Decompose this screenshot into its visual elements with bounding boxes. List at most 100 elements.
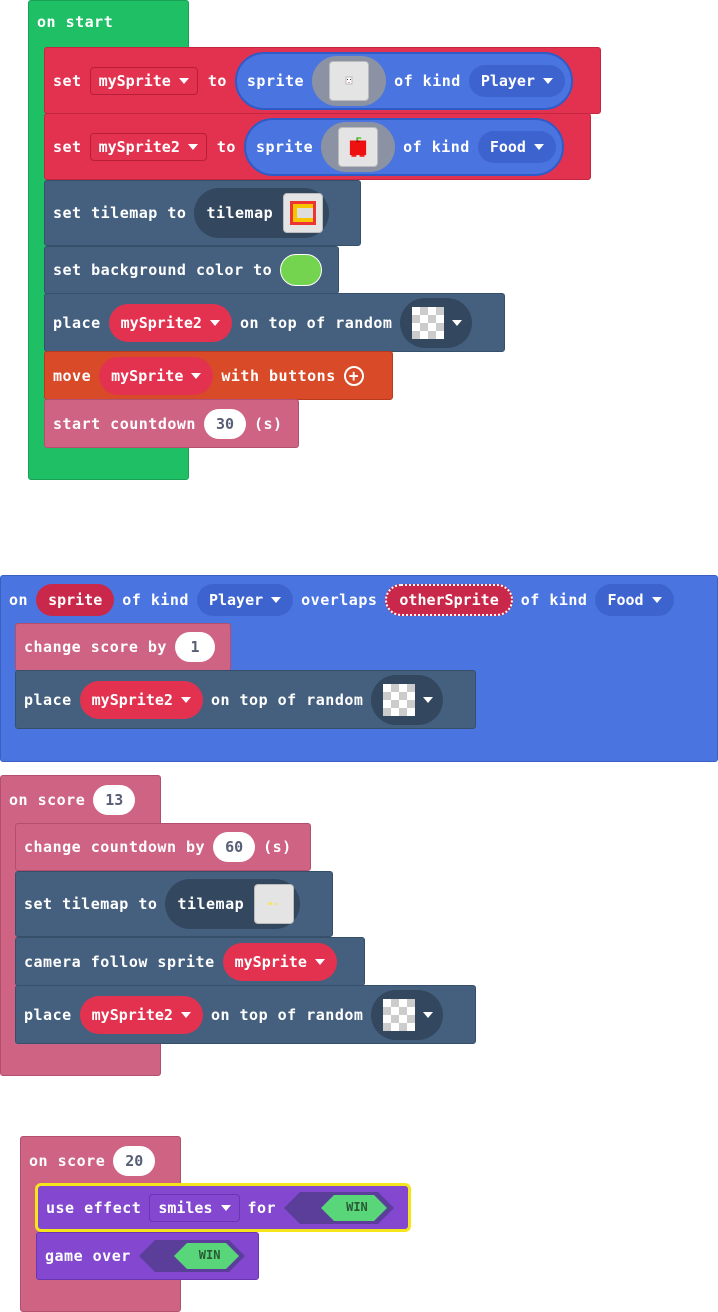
tile-image [412,306,445,339]
chevron-down-icon [314,958,325,965]
place-label: place [53,313,101,332]
tile-dropdown[interactable] [400,297,473,348]
chevron-down-icon [543,77,553,84]
use-effect-block[interactable]: use effect smiles for WIN [35,1183,411,1232]
chevron-down-icon [533,143,544,150]
for-label: for [247,1198,277,1217]
score-input[interactable]: 1 [174,632,215,662]
variable-dropdown[interactable]: mySprite [89,66,198,95]
countdown-input[interactable]: 30 [203,408,246,439]
variable-name: mySprite [98,71,171,90]
place-sprite-block[interactable]: place mySprite2 on top of random [15,985,476,1044]
kind-dropdown[interactable]: Player [196,584,294,616]
score-target-input[interactable]: 20 [113,1146,156,1176]
other-sprite-name: otherSprite [399,591,499,609]
on-label: on [9,591,29,609]
set-tilemap-block[interactable]: set tilemap to tilemap [44,180,361,246]
tilemap-reporter[interactable]: tilemap [165,879,301,929]
variable-dropdown[interactable]: mySprite2 [79,995,203,1034]
on-top-label: on top of random [210,1005,364,1024]
tilemap-label: tilemap [177,895,245,913]
set-mysprite-block[interactable]: set mySprite to sprite of kind Player [44,47,601,114]
set-tilemap-block[interactable]: set tilemap to tilemap [15,871,333,937]
overlaps-label: overlaps [301,591,378,609]
kind-dropdown[interactable]: Food [477,130,556,163]
color-swatch[interactable] [280,254,323,286]
on-score-label: on score [29,1152,106,1170]
use-effect-label: use effect [46,1198,142,1217]
chevron-down-icon [191,372,202,379]
sprite-reporter[interactable]: sprite of kind Food [243,117,564,176]
chevron-down-icon [423,696,434,703]
game-over-block[interactable]: game over WIN [36,1232,259,1280]
sprite-label: sprite [255,137,314,156]
tilemap-image[interactable] [254,884,295,924]
kind-dropdown[interactable]: Player [468,64,565,97]
variable-dropdown[interactable]: mySprite2 [89,132,207,161]
variable-name: mySprite2 [120,313,202,332]
on-top-label: on top of random [210,690,364,709]
variable-dropdown[interactable]: mySprite2 [79,680,203,719]
variable-dropdown[interactable]: mySprite [99,356,214,395]
sprite-variable[interactable]: sprite [36,584,115,616]
set-mysprite2-block[interactable]: set mySprite2 to sprite of kind Food [44,113,591,180]
win-hex-shape [284,1191,395,1224]
sprite-label: sprite [246,71,305,90]
tile-dropdown[interactable] [371,989,444,1040]
win-hex-shape [138,1240,245,1272]
chevron-down-icon [187,143,198,150]
seconds-unit: (s) [253,414,283,433]
set-label: set [53,137,82,156]
on-score-label: on score [9,791,86,809]
change-score-block[interactable]: change score by 1 [15,623,231,671]
place-label: place [24,690,72,709]
change-countdown-block[interactable]: change countdown by 60 (s) [15,823,311,871]
kind-name: Player [208,591,264,609]
score-target-input[interactable]: 13 [93,785,136,815]
tile-dropdown[interactable] [371,674,444,725]
move-with-buttons-block[interactable]: move mySprite with buttons + [44,351,393,400]
tile-image [383,998,416,1031]
chevron-down-icon [271,597,282,603]
kind-name: Food [607,591,644,609]
camera-follow-block[interactable]: camera follow sprite mySprite [15,937,365,986]
place-sprite-block[interactable]: place mySprite2 on top of random [15,670,476,729]
game-over-label: game over [45,1247,131,1265]
seconds-unit: (s) [263,838,292,856]
of-kind-label: of kind [394,71,461,90]
place-sprite-block[interactable]: place mySprite2 on top of random [44,293,505,352]
kind-name: Food [489,137,526,156]
effect-dropdown[interactable]: smiles [149,1193,240,1222]
variable-name: mySprite [111,366,184,385]
camera-follow-label: camera follow sprite [24,952,215,971]
start-countdown-label: start countdown [53,414,196,433]
kind-dropdown[interactable]: Food [595,584,674,616]
start-countdown-block[interactable]: start countdown 30 (s) [44,399,299,448]
sprite-reporter[interactable]: sprite of kind Player [234,51,573,110]
variable-name: mySprite [234,952,307,971]
tilemap-label: tilemap [206,204,274,222]
other-sprite-variable[interactable]: otherSprite [385,584,513,616]
win-reporter[interactable]: WIN [138,1240,245,1272]
tilemap-image[interactable] [283,193,324,233]
win-label: WIN [346,1199,368,1214]
with-buttons-label: with buttons [221,366,336,385]
image-field[interactable] [312,55,387,106]
win-reporter[interactable]: WIN [284,1191,395,1224]
chevron-down-icon [220,1204,231,1211]
chevron-down-icon [423,1011,434,1018]
image-field[interactable] [321,121,396,172]
kind-name: Player [480,71,535,90]
set-background-color-block[interactable]: set background color to [44,246,339,294]
expand-plus-icon[interactable]: + [343,365,364,386]
effect-name: smiles [158,1198,213,1217]
player-sprite-image [329,60,370,101]
to-label: to [216,137,236,156]
countdown-input[interactable]: 60 [213,832,256,862]
variable-dropdown[interactable]: mySprite [222,942,337,981]
variable-name: mySprite2 [98,137,180,156]
set-label: set [53,71,82,90]
sprite-variable-name: sprite [48,591,103,609]
tilemap-reporter[interactable]: tilemap [194,188,330,238]
variable-dropdown[interactable]: mySprite2 [108,303,232,342]
